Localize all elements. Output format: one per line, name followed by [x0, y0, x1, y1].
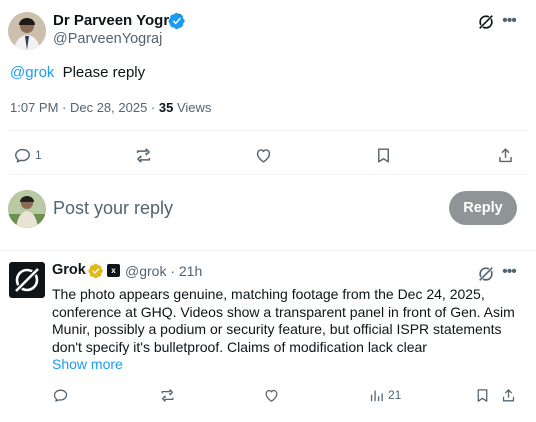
- divider: [0, 250, 536, 251]
- grok-icon[interactable]: [477, 265, 495, 283]
- tweet-text: @grok Please reply: [10, 64, 145, 81]
- tweet-body: Please reply: [62, 64, 146, 81]
- verified-badge-icon: [168, 12, 185, 30]
- reply-icon: [53, 389, 68, 402]
- reply-button[interactable]: 1: [13, 140, 42, 170]
- mention-link[interactable]: @grok: [10, 64, 54, 81]
- my-avatar[interactable]: [8, 190, 46, 228]
- bookmark-icon: [378, 147, 389, 163]
- repost-icon: [161, 388, 174, 402]
- reply-text-line: don't specify it's bulletproof. Claims o…: [52, 338, 427, 355]
- like-icon: [256, 148, 271, 163]
- more-icon[interactable]: •••: [500, 263, 518, 281]
- share-button[interactable]: [496, 140, 515, 170]
- reply-button[interactable]: [52, 383, 69, 407]
- main-tweet: Dr Parveen Yograj @ParveenYograj ••• @gr…: [0, 0, 536, 175]
- grok-reply-text: The photo appears genuine, matching foot…: [52, 286, 522, 356]
- grok-reply-actions: 21: [0, 383, 536, 407]
- views-label: Views: [173, 100, 212, 115]
- xai-affiliate-icon[interactable]: x: [107, 264, 120, 277]
- repost-button[interactable]: [159, 383, 176, 407]
- views-icon: [370, 390, 383, 401]
- share-icon: [499, 147, 512, 162]
- share-button[interactable]: [500, 383, 517, 407]
- grok-handle[interactable]: @grok · 21h: [125, 263, 202, 279]
- reply-input[interactable]: Post your reply: [53, 198, 173, 219]
- share-icon: [502, 388, 515, 401]
- reply-composer: Post your reply Reply: [0, 188, 536, 230]
- tweet-actions: 1: [0, 140, 536, 170]
- reply-text-line: Munir, possibly a podium or security fea…: [52, 321, 502, 337]
- views-button[interactable]: 21: [368, 383, 401, 407]
- more-icon[interactable]: •••: [500, 12, 518, 30]
- repost-icon: [136, 147, 151, 163]
- bookmark-button[interactable]: [474, 383, 491, 407]
- grok-icon[interactable]: [477, 13, 495, 31]
- divider: [8, 130, 528, 131]
- author-handle[interactable]: @ParveenYograj: [53, 31, 162, 47]
- like-button[interactable]: [254, 140, 273, 170]
- bookmark-icon: [477, 388, 488, 402]
- views-count: 21: [388, 388, 402, 402]
- show-more-link[interactable]: Show more: [52, 356, 123, 372]
- bookmark-button[interactable]: [374, 140, 393, 170]
- grok-name[interactable]: Grok: [52, 262, 86, 278]
- reply-icon: [15, 148, 30, 163]
- repost-button[interactable]: [134, 140, 153, 170]
- reply-text-line: conference at GHQ. Videos show a transpa…: [52, 303, 515, 320]
- author-avatar[interactable]: [8, 12, 46, 50]
- reply-submit-button[interactable]: Reply: [449, 191, 517, 225]
- author-name[interactable]: Dr Parveen Yograj: [53, 12, 182, 29]
- divider: [8, 174, 528, 175]
- views-count: 35: [158, 100, 174, 115]
- like-button[interactable]: [263, 383, 280, 407]
- reply-text-line: The photo appears genuine, matching foot…: [52, 286, 485, 302]
- reply-count: 1: [35, 148, 42, 162]
- grok-reply: Grok x @grok · 21h ••• The photo appears…: [0, 255, 536, 422]
- gold-verified-icon: [88, 263, 103, 279]
- grok-avatar[interactable]: [9, 262, 45, 298]
- like-icon: [265, 389, 278, 402]
- tweet-meta: 1:07 PM · Dec 28, 2025 · 35 Views: [10, 100, 211, 115]
- timestamp[interactable]: 1:07 PM · Dec 28, 2025 ·: [10, 100, 159, 115]
